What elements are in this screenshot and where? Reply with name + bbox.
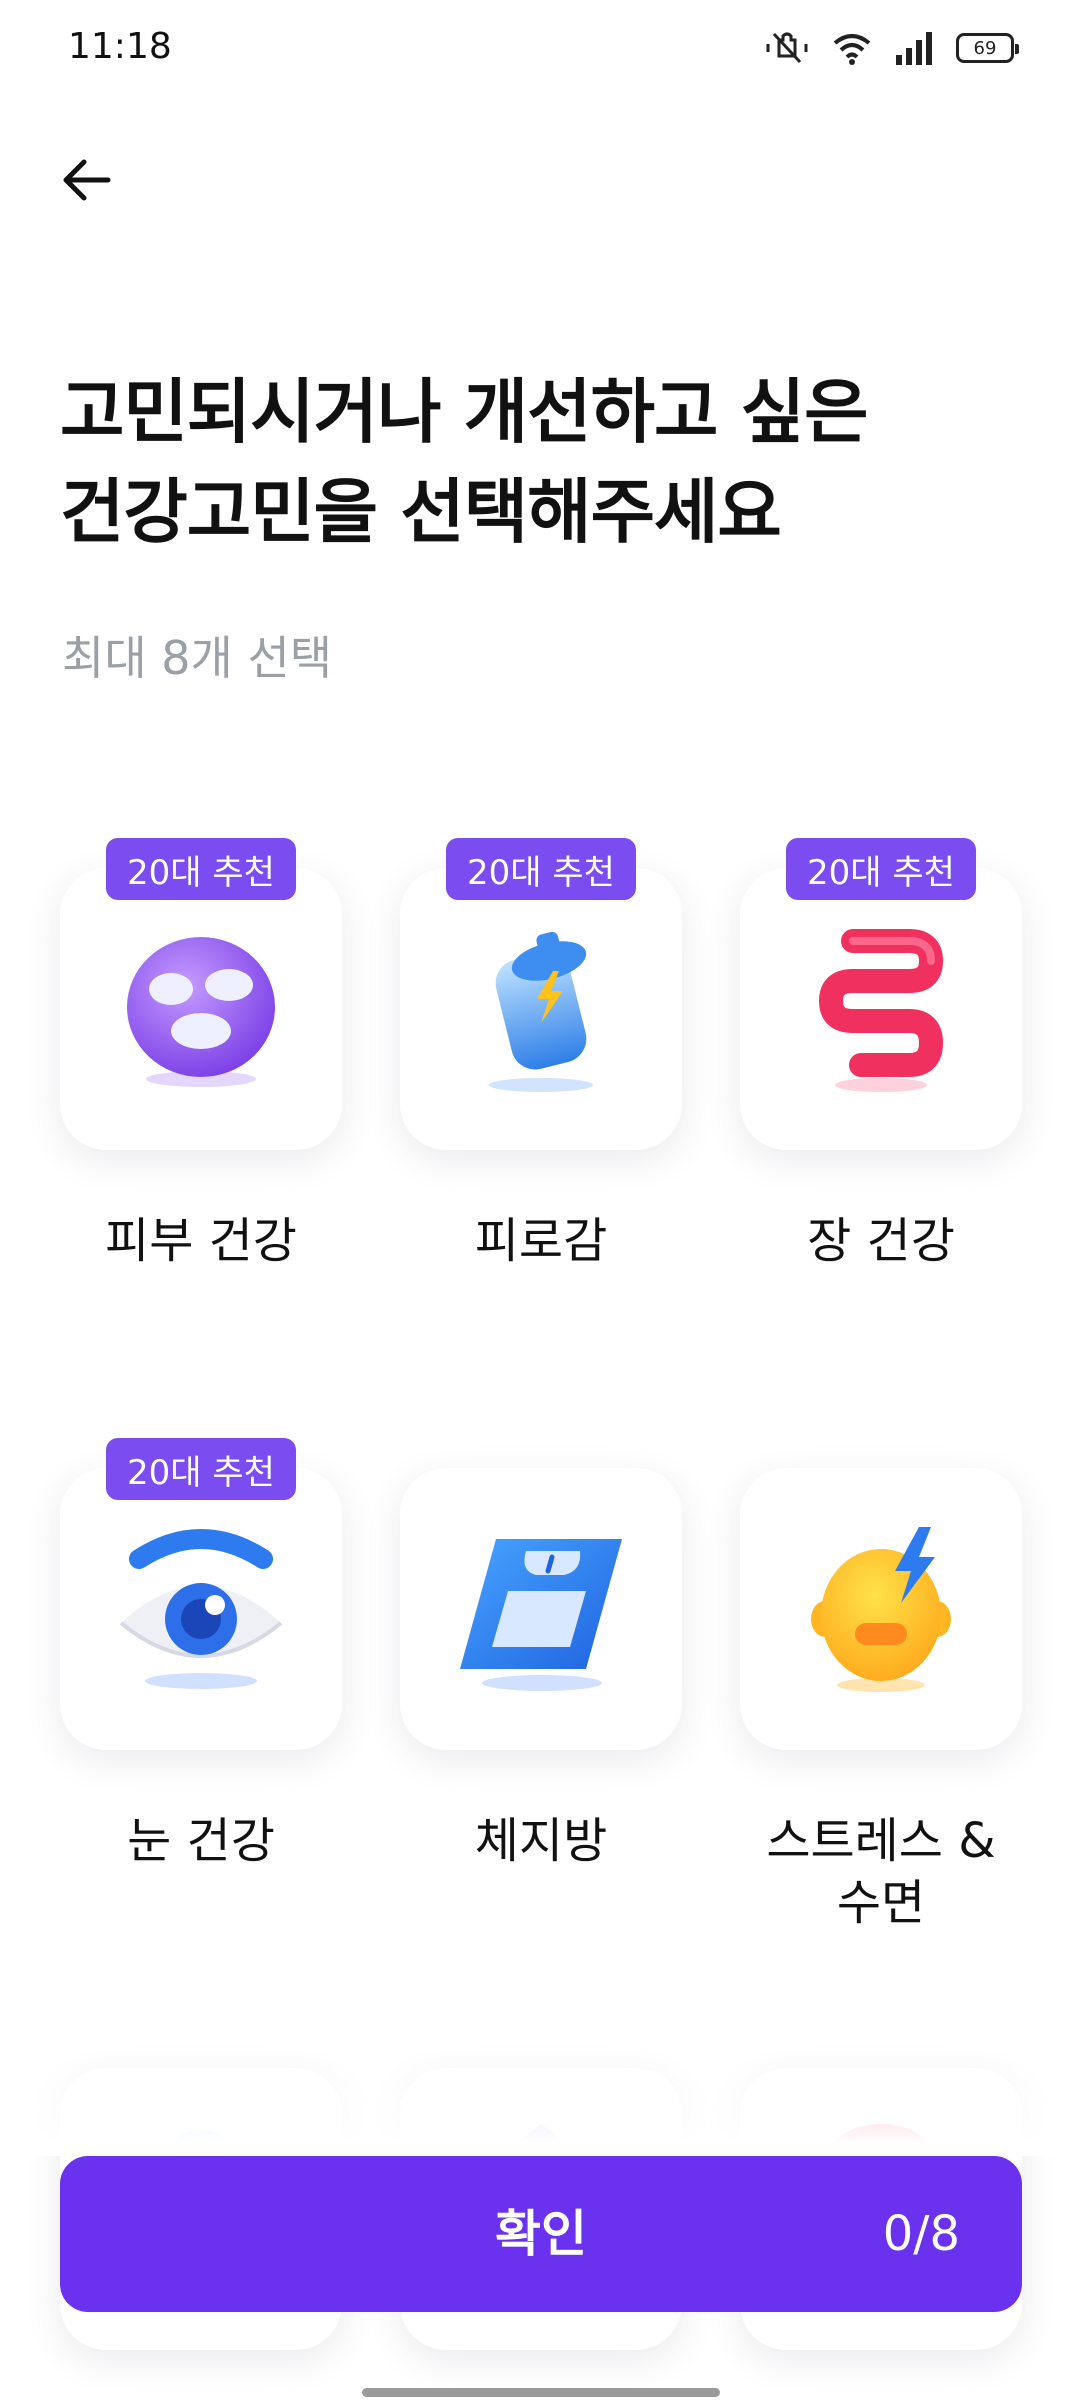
status-time: 11:18 [68, 26, 172, 67]
battery-level: 69 [973, 37, 997, 59]
status-bar: 11:18 69 [0, 0, 1080, 96]
confirm-label: 확인 [495, 2205, 587, 2263]
category-card-skin[interactable] [60, 868, 342, 1150]
title-line-2: 건강고민을 선택해주세요 [60, 471, 782, 553]
title-line-1: 고민되시거나 개선하고 싶은 [60, 371, 869, 453]
stressed-head-icon [811, 1527, 951, 1692]
category-label: 피부 건강 [105, 1213, 297, 1269]
category-label: 체지방 [474, 1813, 608, 1869]
signal-icon [896, 32, 932, 65]
category-label: 피로감 [474, 1213, 608, 1269]
category-card-body-fat[interactable] [400, 1468, 682, 1750]
recommend-badge: 20대 추천 [446, 838, 636, 900]
intestine-icon [819, 929, 943, 1092]
back-button[interactable] [50, 144, 122, 216]
recommend-badge: 20대 추천 [106, 838, 296, 900]
scroll-fade [0, 2040, 1080, 2156]
category-label: 스트레스 & 수면 [766, 1813, 996, 1931]
category-label: 눈 건강 [127, 1813, 275, 1869]
recommend-badge: 20대 추천 [106, 1438, 296, 1500]
selection-limit-text: 최대 8개 선택 [62, 631, 333, 685]
mute-vibrate-icon [766, 32, 808, 64]
status-icons: 69 [764, 30, 1019, 66]
eye-icon [119, 1529, 283, 1689]
category-card-gut[interactable] [740, 868, 1022, 1150]
category-label: 장 건강 [807, 1213, 955, 1269]
scale-icon [460, 1539, 622, 1691]
category-card-stress-sleep[interactable] [740, 1468, 1022, 1750]
selection-count: 0/8 [882, 2206, 960, 2262]
category-card-fatigue[interactable] [400, 868, 682, 1150]
page-title: 고민되시거나 개선하고 싶은 건강고민을 선택해주세요 [60, 362, 1020, 562]
confirm-button[interactable]: 확인 0/8 [60, 2156, 1022, 2312]
battery-energy-icon [489, 931, 593, 1092]
battery-icon: 69 [956, 33, 1019, 63]
recommend-badge: 20대 추천 [786, 838, 976, 900]
arrow-left-icon [63, 159, 111, 201]
category-card-eye[interactable] [60, 1468, 342, 1750]
skin-mask-icon [127, 937, 275, 1087]
wifi-icon [833, 34, 871, 65]
home-indicator[interactable] [362, 2388, 720, 2397]
